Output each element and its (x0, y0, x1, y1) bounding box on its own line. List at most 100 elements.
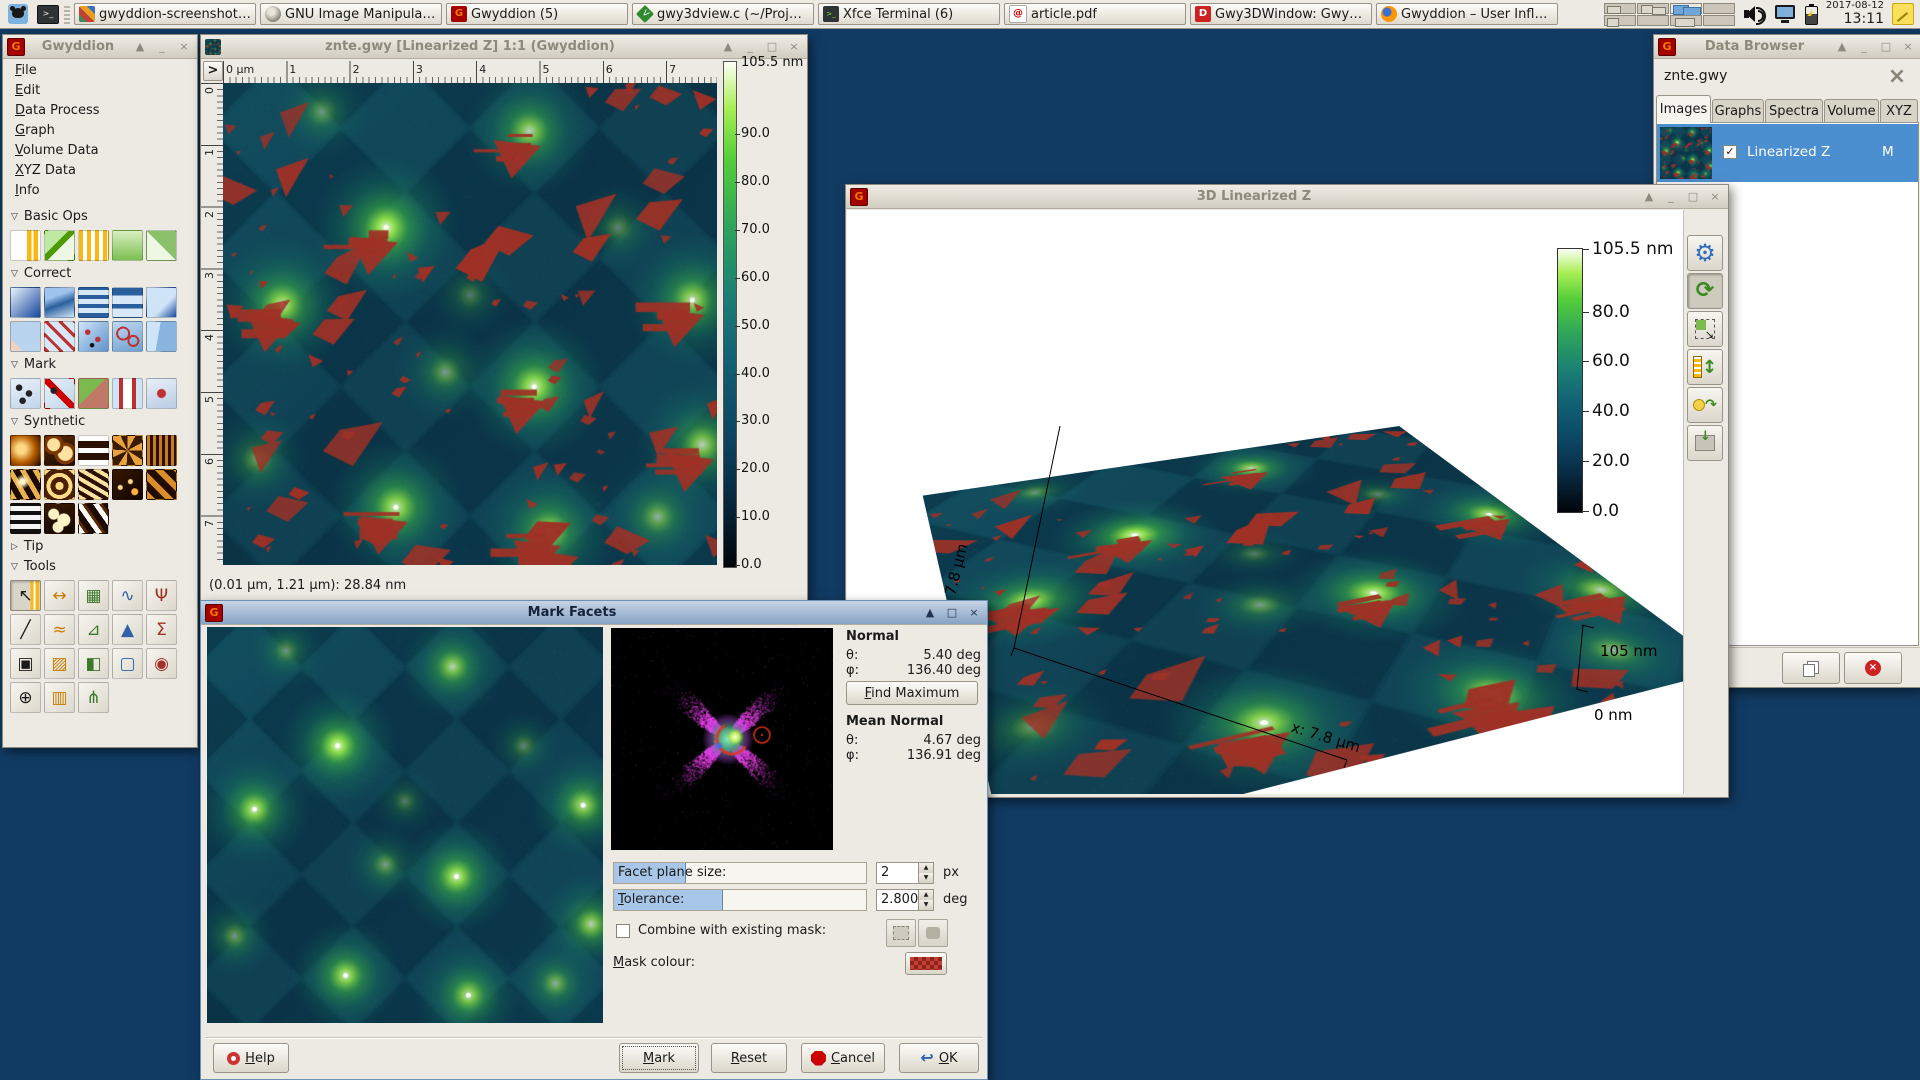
xfce-menu-button[interactable] (6, 3, 30, 25)
mask-intersect-button[interactable] (918, 919, 948, 947)
tool-path-level[interactable]: ⋔ (78, 682, 109, 713)
data-window-titlebar[interactable]: znte.gwy [Linearized Z] 1:1 (Gwyddion) ▲… (201, 35, 807, 59)
tool-zoom[interactable]: ⊕ (10, 682, 41, 713)
tool-profiles[interactable]: ∿ (112, 580, 143, 611)
minimize-button[interactable]: _ (1855, 36, 1873, 58)
menu-item-info[interactable]: Info (3, 181, 197, 201)
taskbar-button[interactable]: Vgwy3dview.c (~/Project... (632, 3, 814, 25)
tool-percolation[interactable] (10, 503, 41, 534)
close-file-button[interactable]: × (1882, 61, 1912, 91)
tool-read-value[interactable]: ↖ (10, 580, 41, 611)
channel-row-linearized-z[interactable]: ✓ Linearized Z M (1657, 124, 1918, 182)
facet-orientation-view[interactable] (611, 628, 833, 850)
tool-arithmetic[interactable] (112, 230, 143, 261)
tool-unrotate[interactable] (10, 321, 41, 352)
cancel-button[interactable]: Cancel (801, 1043, 885, 1073)
tool-color-axis[interactable]: ▥ (44, 682, 75, 713)
tool-remove-marked[interactable] (44, 378, 75, 409)
close-button[interactable]: × (1706, 186, 1724, 208)
mark-button[interactable]: Mark (619, 1043, 699, 1073)
tool-annealing[interactable] (146, 469, 177, 500)
tool-crop-tool[interactable]: ▣ (10, 648, 41, 679)
section-header-synthetic[interactable]: ▽Synthetic (3, 412, 197, 432)
maximize-button[interactable]: □ (1684, 186, 1702, 208)
close-button[interactable]: × (175, 36, 193, 58)
minimize-button[interactable]: _ (153, 36, 171, 58)
toolbox-titlebar[interactable]: G Gwyddion ▲ _ × (3, 35, 197, 59)
facet-size-value[interactable]: 2 (877, 863, 918, 883)
tool-selection-manager[interactable]: ▢ (112, 648, 143, 679)
workspace-cell[interactable] (1637, 15, 1669, 26)
ok-button[interactable]: ↩ OK (899, 1043, 979, 1073)
workspace-cell[interactable] (1670, 3, 1702, 14)
section-header-tools[interactable]: ▽Tools (3, 557, 197, 577)
tool-mask-editor[interactable]: ▨ (44, 648, 75, 679)
menu-item-xyz-data[interactable]: XYZ Data (3, 161, 197, 181)
workspace-cell[interactable] (1604, 15, 1636, 26)
data-preview-image[interactable] (207, 627, 603, 1023)
section-header-basic-ops[interactable]: ▽Basic Ops (3, 207, 197, 227)
tab-xyz[interactable]: XYZ (1880, 99, 1918, 123)
mask-colour-button[interactable] (905, 952, 947, 975)
tab-spectra[interactable]: Spectra (1765, 99, 1823, 123)
shade-button[interactable]: ▲ (719, 36, 737, 58)
view-mode-icon[interactable]: ⚙ (1687, 235, 1723, 271)
tool-statistics[interactable]: Σ (146, 614, 177, 645)
tool-remove-grains[interactable] (112, 321, 143, 352)
workspace-cell[interactable] (1703, 3, 1735, 14)
workspace-pager[interactable] (1604, 3, 1735, 26)
shade-button[interactable]: ▲ (921, 602, 939, 624)
taskbar-button[interactable]: Gwyddion – User Influe... (1376, 3, 1558, 25)
tool-crop[interactable] (44, 230, 75, 261)
spin-arrows[interactable]: ▲▼ (918, 863, 933, 883)
tool-filter[interactable]: ▦ (78, 580, 109, 611)
tool-line-correction[interactable] (112, 287, 143, 318)
tool-phases[interactable] (44, 503, 75, 534)
close-button[interactable]: × (965, 602, 983, 624)
tool-roughness[interactable]: ≈ (44, 614, 75, 645)
help-button[interactable]: Help (213, 1043, 289, 1073)
tool-align-rows[interactable] (78, 287, 109, 318)
shade-button[interactable]: ▲ (131, 36, 149, 58)
duplicate-button[interactable] (1782, 652, 1840, 684)
channel-visible-checkbox[interactable]: ✓ (1723, 145, 1737, 159)
ruler-corner-button[interactable]: > (203, 61, 223, 81)
tab-volume[interactable]: Volume (1824, 99, 1879, 123)
tool-facet-level[interactable] (44, 287, 75, 318)
taskbar-button[interactable]: @article.pdf (1004, 3, 1186, 25)
mask-union-button[interactable] (886, 919, 916, 947)
tool-objects[interactable] (44, 435, 75, 466)
combine-mask-checkbox[interactable] (616, 924, 630, 938)
tool-columnar[interactable] (146, 435, 177, 466)
volume-icon[interactable] (1743, 4, 1767, 24)
tool-level[interactable] (10, 287, 41, 318)
tool-mask-of-outliers[interactable] (112, 378, 143, 409)
tool-fractal[interactable] (112, 469, 143, 500)
tool-noise[interactable] (112, 435, 143, 466)
tool-rotate[interactable] (146, 230, 177, 261)
taskbar-button[interactable]: GGwyddion (5) (446, 3, 628, 25)
menu-item-graph[interactable]: Graph (3, 121, 197, 141)
section-header-correct[interactable]: ▽Correct (3, 264, 197, 284)
tab-images[interactable]: Images (1656, 95, 1711, 123)
spin-arrows[interactable]: ▲▼ (918, 890, 933, 910)
tolerance-value[interactable]: 2.800 (877, 890, 918, 910)
tool-mark-by-threshold[interactable] (10, 378, 41, 409)
workspace-cell[interactable] (1637, 3, 1669, 14)
tool-compensate-drift[interactable] (44, 321, 75, 352)
tool-domains[interactable] (10, 469, 41, 500)
terminal-launcher-button[interactable]: >_ (36, 3, 60, 25)
data-browser-titlebar[interactable]: G Data Browser ▲ _ □ × (1654, 35, 1920, 59)
shade-button[interactable]: ▲ (1640, 186, 1658, 208)
taskbar-button[interactable]: >_Xfce Terminal (6) (818, 3, 1000, 25)
light-rotate-icon[interactable]: ↷ (1687, 387, 1723, 423)
tool-spectra[interactable]: Ψ (146, 580, 177, 611)
tool-profile-line[interactable]: ╱ (10, 614, 41, 645)
tool-grain-measure[interactable]: ◉ (146, 648, 177, 679)
scale-icon[interactable]: ↘ (1687, 311, 1723, 347)
rotate-icon[interactable]: ⟳ (1687, 273, 1723, 309)
tool-scale[interactable] (10, 230, 41, 261)
tool-mark-disconnected[interactable] (146, 378, 177, 409)
menu-item-file[interactable]: File (3, 61, 197, 81)
z-scale-icon[interactable]: ↕ (1687, 349, 1723, 385)
